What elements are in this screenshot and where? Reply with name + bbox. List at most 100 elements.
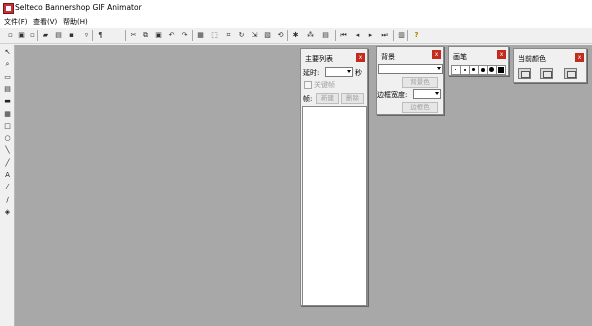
window-title: Selteco Bannershop GIF Animator: [15, 3, 142, 12]
menu-view[interactable]: 查看(V): [33, 17, 57, 27]
toolbar-separator: [407, 30, 408, 41]
rotate-icon[interactable]: ↻: [237, 30, 246, 40]
pattern-icon[interactable]: ▦: [3, 110, 12, 119]
toolbar-separator: [335, 30, 336, 41]
menu-file[interactable]: 文件(F): [4, 17, 28, 27]
last-frame-icon[interactable]: ⏭: [380, 30, 389, 40]
rectangle-tool-icon[interactable]: □: [3, 122, 12, 131]
menu-bar: 文件(F) 查看(V) 帮助(H): [0, 16, 592, 28]
tool-palette: ↖ ⌕ ▭ ▤ ▬ ▦ □ ○ ╲ ╱ A ⁄ ∕ ◈: [2, 45, 15, 326]
delay-unit: 秒: [355, 69, 362, 77]
frame-label: 帧:: [303, 95, 313, 103]
brush-close-button[interactable]: x: [497, 50, 506, 59]
delete-icon[interactable]: ▥: [397, 30, 406, 40]
frames-icon[interactable]: ▤: [321, 30, 330, 40]
keyframe-checkbox[interactable]: [304, 81, 312, 89]
new-wizard-icon[interactable]: ▣: [17, 30, 26, 40]
brush-dot-icon: [489, 67, 494, 72]
brush-dot-icon: [455, 69, 456, 70]
chevron-down-icon: [347, 70, 351, 73]
bucket-tool-icon[interactable]: ◈: [3, 208, 12, 217]
brush-tool-icon[interactable]: ∕: [3, 196, 12, 205]
current-color-swatch-1[interactable]: [518, 68, 531, 79]
text-tool-icon[interactable]: A: [3, 171, 12, 180]
toolbar-separator: [92, 30, 93, 41]
swatch-inner: [543, 71, 552, 78]
cut-icon[interactable]: ✂: [129, 30, 138, 40]
resize-icon[interactable]: ⇲: [250, 30, 259, 40]
brush-title: 画笔: [453, 53, 467, 61]
background-color-button[interactable]: 背景色: [402, 77, 438, 88]
swatch-inner: [521, 71, 530, 78]
fill-rect-icon[interactable]: ▬: [3, 97, 12, 106]
text-icon[interactable]: ¶: [96, 30, 105, 40]
pointer-tool-icon[interactable]: ↖: [3, 48, 12, 57]
ellipse-tool-icon[interactable]: ○: [3, 134, 12, 143]
pencil-tool-icon[interactable]: ╱: [3, 159, 12, 168]
loop-icon[interactable]: ⟲: [276, 30, 285, 40]
background-panel: 背景 x 背景色 边框宽度: 边框色: [376, 46, 444, 115]
current-color-title: 当前颜色: [518, 55, 546, 63]
background-close-button[interactable]: x: [432, 50, 441, 59]
main-list-title: 主要列表: [305, 55, 333, 63]
delay-combo[interactable]: [325, 67, 353, 77]
image-icon[interactable]: ▧: [263, 30, 272, 40]
toolbar-separator: [393, 30, 394, 41]
title-bar: Selteco Bannershop GIF Animator: [0, 0, 592, 16]
main-toolbar: ▫ ▣ ▫ ▰ ▤ ▪ ▿ ¶ ✂ ⧉ ▣ ↶ ↷ ▦ ⬚ ⌗ ↻ ⇲ ▧ ⟲ ✱ ⁂ ▤ ⏮ ◂ ▸ ⏭ ▥?: [0, 28, 592, 44]
copy-icon[interactable]: ⧉: [141, 30, 150, 40]
brush-square-icon: [498, 67, 504, 73]
background-combo[interactable]: [378, 64, 443, 74]
effect-icon[interactable]: ✱: [291, 30, 300, 40]
save-icon[interactable]: ▪: [67, 30, 76, 40]
undo-icon[interactable]: ↶: [167, 30, 176, 40]
open-icon[interactable]: ▰: [41, 30, 50, 40]
current-color-swatch-3[interactable]: [564, 68, 577, 79]
background-title: 背景: [381, 53, 395, 61]
brush-panel: 画笔 x: [448, 46, 509, 76]
next-frame-icon[interactable]: ▸: [366, 30, 375, 40]
delete-frame-button[interactable]: 删除: [341, 93, 364, 104]
help-icon[interactable]: ?: [412, 30, 421, 40]
toolbar-separator: [287, 30, 288, 41]
frame-list[interactable]: [302, 106, 367, 306]
delay-label: 延时:: [303, 69, 320, 77]
filter-icon[interactable]: ▿: [82, 30, 91, 40]
toolbar-separator: [125, 30, 126, 41]
current-color-close-button[interactable]: x: [575, 53, 584, 62]
line-tool-icon[interactable]: ╲: [3, 146, 12, 155]
eyedropper-tool-icon[interactable]: ⁄: [3, 183, 12, 192]
app-icon: [3, 3, 14, 14]
redo-icon[interactable]: ↷: [180, 30, 189, 40]
wand-icon[interactable]: ⁂: [306, 30, 315, 40]
rectangle-select-icon[interactable]: ▭: [3, 73, 12, 82]
toolbar-separator: [192, 30, 193, 41]
main-list-close-button[interactable]: x: [356, 53, 365, 62]
border-width-combo[interactable]: [413, 89, 441, 99]
menu-help[interactable]: 帮助(H): [63, 17, 88, 27]
swatch-inner: [567, 71, 576, 78]
current-color-panel: 当前颜色 x: [513, 48, 587, 83]
toolbar-separator: [37, 30, 38, 41]
select-all-icon[interactable]: ⬚: [210, 30, 219, 40]
new-blank-icon[interactable]: ▫: [28, 30, 37, 40]
chevron-down-icon: [435, 92, 439, 95]
first-frame-icon[interactable]: ⏮: [339, 30, 348, 40]
prev-frame-icon[interactable]: ◂: [353, 30, 362, 40]
brush-dot-icon: [481, 68, 485, 72]
current-color-swatch-2[interactable]: [540, 68, 553, 79]
new-icon[interactable]: ▫: [6, 30, 15, 40]
new-frame-button[interactable]: 新建: [316, 93, 339, 104]
zoom-tool-icon[interactable]: ⌕: [3, 60, 12, 69]
border-color-button[interactable]: 边框色: [402, 102, 438, 113]
brush-dot-icon: [464, 69, 466, 71]
grid-icon[interactable]: ▦: [196, 30, 205, 40]
crop-icon[interactable]: ⌗: [224, 30, 233, 40]
gradient-icon[interactable]: ▤: [3, 85, 12, 94]
paste-icon[interactable]: ▣: [154, 30, 163, 40]
import-icon[interactable]: ▤: [54, 30, 63, 40]
brush-size-6[interactable]: [496, 65, 506, 75]
workspace: 主要列表 x 延时: 秒 关键帧 帧: 新建 删除 背景 x 背景色 边框宽度:…: [15, 45, 592, 326]
border-width-label: 边框宽度:: [377, 91, 408, 99]
brush-dot-icon: [472, 68, 475, 71]
